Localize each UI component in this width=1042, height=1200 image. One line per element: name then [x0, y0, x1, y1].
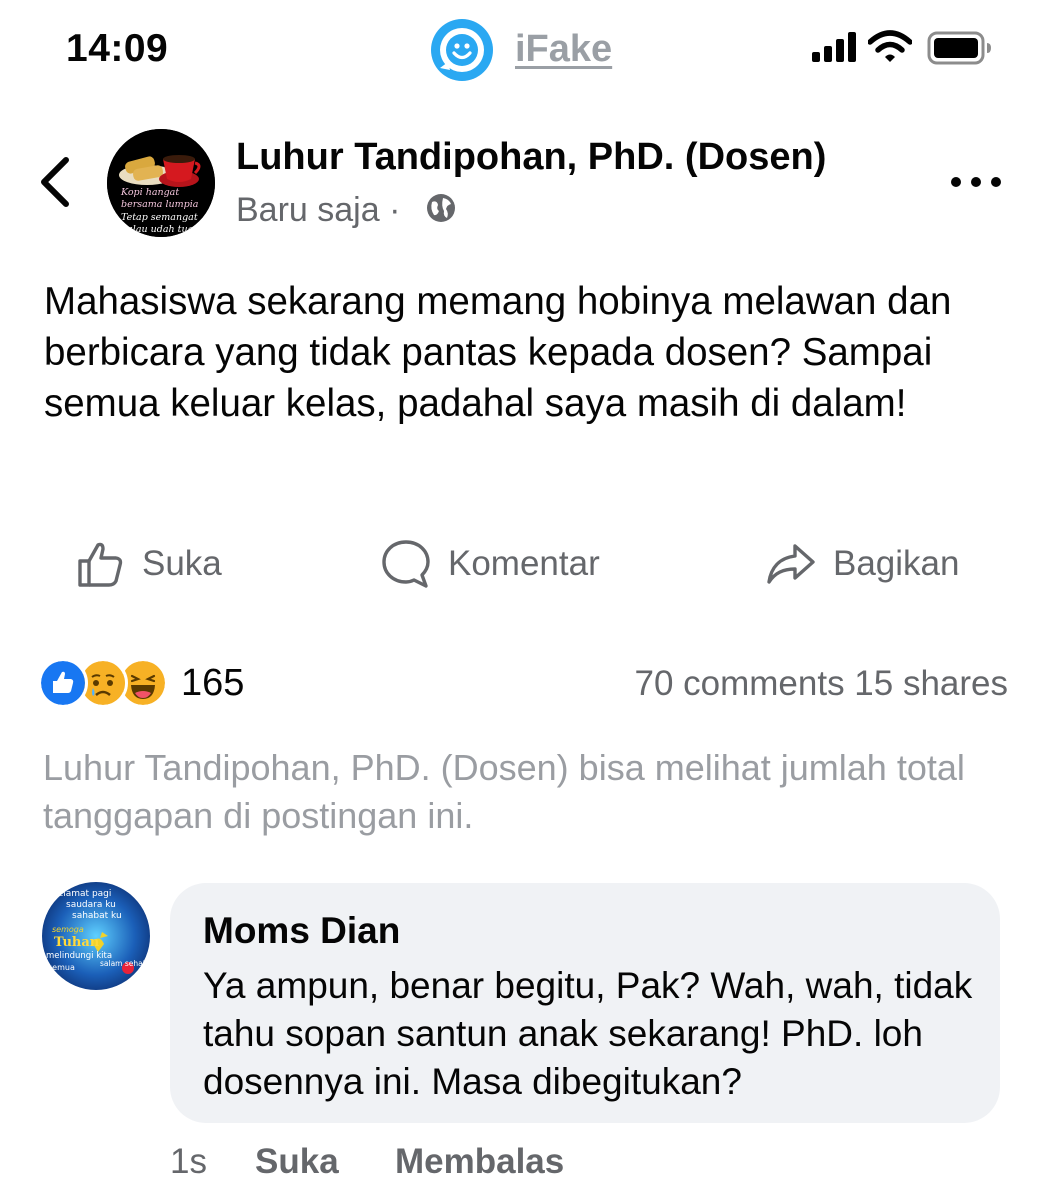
like-button[interactable]: Suka: [76, 534, 222, 594]
more-options-icon[interactable]: [948, 168, 1004, 196]
commenter-name[interactable]: Moms Dian: [203, 908, 400, 954]
back-arrow-icon[interactable]: [30, 152, 80, 212]
avatar-caption-line: bersama lumpia: [121, 199, 199, 210]
comments-shares-count[interactable]: 70 comments 15 shares: [634, 662, 1008, 706]
coffee-lumpia-image: Kopi hangat bersama lumpia Tetap semanga…: [107, 129, 215, 237]
avatar-caption-line: Tuhan: [54, 935, 100, 950]
commenter-avatar[interactable]: Selamat pagi saudara ku sahabat ku semog…: [42, 882, 150, 990]
share-label: Bagikan: [833, 544, 960, 583]
avatar-caption-line: walau udah tua: [119, 224, 194, 235]
avatar-caption-line: semua: [48, 963, 75, 972]
like-reaction-icon: [38, 658, 88, 708]
battery-icon: [927, 31, 991, 65]
author-name[interactable]: Luhur Tandipohan, PhD. (Dosen): [236, 134, 826, 180]
status-time: 14:09: [66, 27, 169, 70]
post-body-text: Mahasiswa sekarang memang hobinya melawa…: [44, 280, 952, 425]
comment-time: 1s: [170, 1142, 207, 1181]
comment-label: Komentar: [448, 544, 600, 583]
visibility-note: Luhur Tandipohan, PhD. (Dosen) bisa meli…: [43, 747, 965, 836]
wifi-icon: [868, 30, 912, 62]
share-arrow-icon: [767, 544, 815, 584]
globe-icon: [427, 194, 455, 222]
avatar-caption-line: semoga: [52, 925, 84, 934]
avatar-caption-line: sahabat ku: [72, 911, 122, 921]
like-label: Suka: [142, 544, 222, 583]
post-timestamp: Baru saja ·: [236, 191, 401, 229]
share-button[interactable]: Bagikan: [765, 534, 959, 594]
comment-button[interactable]: Komentar: [380, 534, 600, 594]
comment-bubble-icon: [382, 540, 430, 588]
greeting-card-image: Selamat pagi saudara ku sahabat ku semog…: [42, 882, 150, 990]
avatar-caption-line: Tetap semangat: [121, 212, 198, 223]
avatar-caption-line: Selamat pagi: [52, 889, 111, 899]
signal-icon: [812, 32, 856, 62]
thumbs-up-icon: [78, 542, 123, 587]
comment-text: Ya ampun, benar begitu, Pak? Wah, wah, t…: [203, 965, 973, 1102]
comment-like-button[interactable]: Suka: [255, 1140, 339, 1184]
author-avatar[interactable]: Kopi hangat bersama lumpia Tetap semanga…: [107, 129, 215, 237]
reaction-count[interactable]: 165: [181, 660, 244, 706]
ifake-logo-icon: [431, 19, 493, 81]
avatar-caption-line: Kopi hangat: [120, 187, 179, 198]
avatar-caption-line: saudara ku: [66, 900, 116, 910]
reaction-icons[interactable]: [38, 658, 168, 708]
comment-reply-button[interactable]: Membalas: [395, 1140, 564, 1184]
ifake-app-label[interactable]: iFake: [515, 26, 612, 72]
avatar-caption-line: salam sehat: [100, 959, 146, 968]
